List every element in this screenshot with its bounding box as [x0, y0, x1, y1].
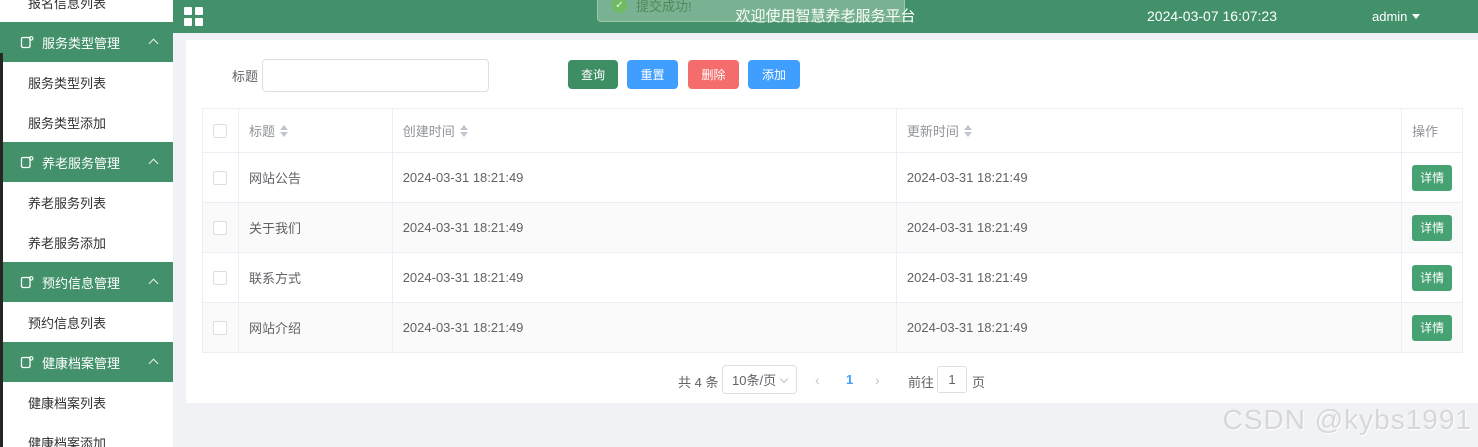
table-row: 网站介绍 2024-03-31 18:21:49 2024-03-31 18:2… [203, 303, 1462, 353]
chevron-up-icon [148, 158, 159, 169]
sidebar-item-health-record-list[interactable]: 健康档案列表 [0, 382, 173, 422]
sidebar-group-elder-service[interactable]: 养老服务管理 [0, 142, 173, 182]
query-button[interactable]: 查询 [568, 60, 618, 89]
cell-title: 网站公告 [239, 153, 393, 202]
sidebar-item-elder-service-list[interactable]: 养老服务列表 [0, 182, 173, 222]
row-checkbox[interactable] [213, 220, 228, 235]
goto-label: 前往 [908, 375, 935, 390]
cell-updated: 2024-03-31 18:21:49 [897, 153, 1403, 202]
document-icon [20, 155, 34, 169]
sidebar-item-service-type-add[interactable]: 服务类型添加 [0, 102, 173, 142]
csdn-watermark: CSDN @kybs1991 [1222, 404, 1472, 435]
sidebar-item-booking-list[interactable]: 预约信息列表 [0, 302, 173, 342]
sort-icon[interactable] [459, 124, 468, 137]
pagination-total: 共 4 条 [678, 375, 719, 390]
chevron-up-icon [148, 278, 159, 289]
chevron-up-icon [148, 358, 159, 369]
cell-title: 关于我们 [239, 203, 393, 252]
pagination: 共 4 条 10条/页 ‹ 1 › 前往 页 [186, 365, 1478, 395]
goto-page-input[interactable] [937, 366, 967, 393]
cell-updated: 2024-03-31 18:21:49 [897, 203, 1403, 252]
select-all-checkbox[interactable] [213, 123, 228, 138]
chevron-up-icon [148, 38, 159, 49]
next-page-button[interactable]: › [875, 372, 880, 388]
sidebar-group-health-record[interactable]: 健康档案管理 [0, 342, 173, 382]
detail-button[interactable]: 详情 [1412, 314, 1453, 341]
detail-button[interactable]: 详情 [1412, 264, 1453, 291]
title-search-input[interactable] [262, 59, 489, 92]
menu-grid-icon[interactable] [184, 7, 203, 26]
username: admin [1372, 9, 1408, 24]
detail-button[interactable]: 详情 [1412, 214, 1453, 241]
sort-icon[interactable] [279, 124, 288, 137]
sidebar-item-service-type-list[interactable]: 服务类型列表 [0, 62, 173, 102]
chevron-down-icon [779, 374, 789, 384]
user-menu[interactable]: admin [1372, 0, 1421, 33]
toast-message: 提交成功! [636, 0, 692, 14]
cell-title: 网站介绍 [239, 303, 393, 352]
table-row: 联系方式 2024-03-31 18:21:49 2024-03-31 18:2… [203, 253, 1462, 303]
current-page-button[interactable]: 1 [846, 372, 853, 387]
data-table: 标题 创建时间 更新时间 操作 网站公告 2024-03-31 18:21:49… [202, 108, 1463, 353]
table-row: 网站公告 2024-03-31 18:21:49 2024-03-31 18:2… [203, 153, 1462, 203]
document-icon [20, 35, 34, 49]
add-button[interactable]: 添加 [748, 60, 800, 89]
sidebar-group-service-type[interactable]: 服务类型管理 [0, 22, 173, 62]
page-unit-label: 页 [972, 375, 986, 390]
document-icon [20, 355, 34, 369]
check-circle-icon: ✓ [612, 0, 627, 13]
datetime-display: 2024-03-07 16:07:23 [1147, 8, 1277, 24]
row-checkbox[interactable] [213, 270, 228, 285]
success-toast: ✓ 提交成功! [597, 0, 905, 22]
cell-created: 2024-03-31 18:21:49 [393, 203, 897, 252]
sidebar-menu: 报名信息列表 服务类型管理 服务类型列表 服务类型添加 养老服务管理 养老服务列… [0, 0, 173, 447]
document-icon [20, 275, 34, 289]
cell-title: 联系方式 [239, 253, 393, 302]
cell-updated: 2024-03-31 18:21:49 [897, 253, 1403, 302]
sidebar-item-health-record-add[interactable]: 健康档案添加 [0, 422, 173, 447]
sidebar-item-signup-list[interactable]: 报名信息列表 [0, 0, 173, 22]
table-header-row: 标题 创建时间 更新时间 操作 [203, 109, 1462, 153]
sort-icon[interactable] [963, 124, 972, 137]
cell-updated: 2024-03-31 18:21:49 [897, 303, 1403, 352]
cell-created: 2024-03-31 18:21:49 [393, 253, 897, 302]
prev-page-button[interactable]: ‹ [815, 372, 820, 388]
reset-button[interactable]: 重置 [627, 60, 678, 89]
sidebar: 报名信息列表 服务类型管理 服务类型列表 服务类型添加 养老服务管理 养老服务列… [0, 0, 173, 447]
cell-created: 2024-03-31 18:21:49 [393, 303, 897, 352]
sidebar-group-booking[interactable]: 预约信息管理 [0, 262, 173, 302]
detail-button[interactable]: 详情 [1412, 164, 1453, 191]
row-checkbox[interactable] [213, 170, 228, 185]
page: 报名信息列表 服务类型管理 服务类型列表 服务类型添加 养老服务管理 养老服务列… [0, 0, 1478, 447]
table-row: 关于我们 2024-03-31 18:21:49 2024-03-31 18:2… [203, 203, 1462, 253]
row-checkbox[interactable] [213, 320, 228, 335]
sidebar-item-elder-service-add[interactable]: 养老服务添加 [0, 222, 173, 262]
title-field-label: 标题 [232, 69, 259, 84]
delete-button[interactable]: 删除 [688, 60, 739, 89]
cell-created: 2024-03-31 18:21:49 [393, 153, 897, 202]
window-edge-strip [0, 53, 3, 447]
page-size-select[interactable]: 10条/页 [722, 365, 797, 394]
caret-down-icon [1412, 14, 1421, 19]
